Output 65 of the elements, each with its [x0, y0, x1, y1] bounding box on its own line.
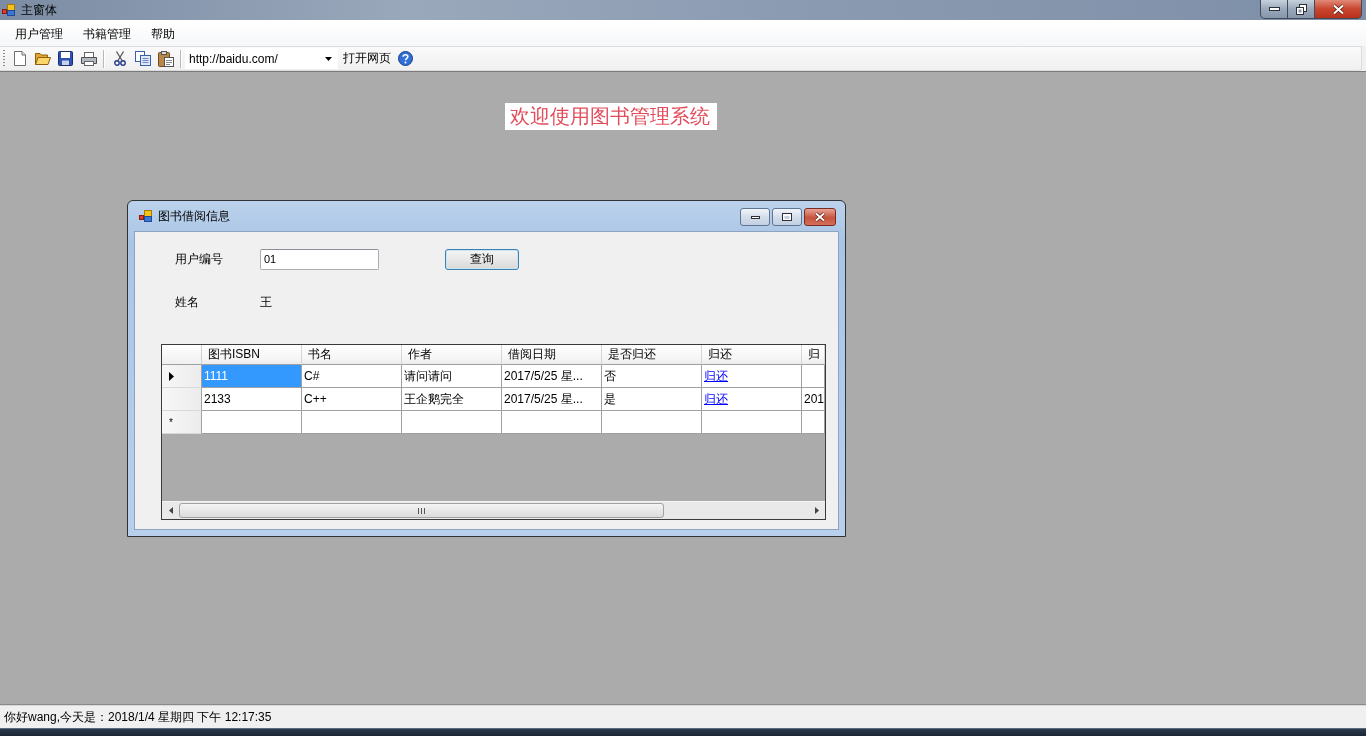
- horizontal-scrollbar[interactable]: [162, 501, 825, 519]
- window-title: 图书借阅信息: [158, 208, 230, 224]
- printer-icon: [80, 51, 97, 66]
- grid-corner: [162, 345, 202, 365]
- close-button[interactable]: [1315, 0, 1362, 19]
- table-cell: 2133: [202, 388, 302, 411]
- return-link[interactable]: 归还: [704, 392, 728, 406]
- column-header[interactable]: 归: [802, 345, 825, 365]
- return-link[interactable]: 归还: [704, 369, 728, 383]
- table-cell: 请问请问: [402, 365, 502, 388]
- user-id-field[interactable]: 01: [260, 248, 379, 270]
- table-cell: 2017/5/25 星...: [502, 365, 602, 388]
- table-cell: 1111: [202, 365, 302, 388]
- minimize-button[interactable]: [740, 208, 770, 226]
- row-header[interactable]: *: [162, 411, 202, 434]
- name-value: 王: [260, 293, 272, 311]
- left-arrow-icon[interactable]: [168, 507, 173, 514]
- column-header[interactable]: 书名: [302, 345, 402, 365]
- menu-item[interactable]: 用户管理: [5, 22, 73, 45]
- scissors-icon: [113, 51, 126, 66]
- minimize-button[interactable]: [1260, 0, 1288, 19]
- minimize-icon: [750, 215, 760, 219]
- close-icon: [1331, 3, 1345, 15]
- triangle-icon: [169, 371, 174, 381]
- field-label: 用户编号: [175, 250, 224, 268]
- restore-icon: [1295, 3, 1307, 15]
- restore-button[interactable]: [1288, 0, 1315, 19]
- table-cell: 否: [602, 365, 702, 388]
- app-icon: [2, 4, 15, 16]
- menu-item[interactable]: 书籍管理: [73, 22, 141, 45]
- table-cell: C++: [302, 388, 402, 411]
- right-arrow-icon[interactable]: [814, 507, 819, 514]
- query-button[interactable]: 查询: [445, 248, 519, 270]
- window-title: 主窗体: [21, 2, 57, 18]
- folder-icon: [34, 52, 51, 65]
- table-cell: 2017/5/25 星...: [502, 388, 602, 411]
- column-header[interactable]: 借阅日期: [502, 345, 602, 365]
- blank-page-icon: [13, 51, 26, 66]
- menu-item[interactable]: 帮助: [141, 22, 185, 45]
- column-header[interactable]: 是否归还: [602, 345, 702, 365]
- app-icon: [139, 210, 152, 222]
- close-icon: [814, 212, 826, 222]
- url-combobox[interactable]: http://baidu.com/: [185, 48, 338, 69]
- welcome-title: 欢迎使用图书管理系统: [505, 103, 717, 130]
- column-header[interactable]: 图书ISBN: [202, 345, 302, 365]
- column-header[interactable]: 归还: [702, 345, 802, 365]
- grip-icon: [418, 507, 425, 514]
- clipboard-icon: [157, 50, 174, 67]
- pages-icon: [134, 51, 151, 66]
- maximize-icon: [782, 213, 792, 221]
- open-page-button[interactable]: 打开网页: [340, 47, 394, 70]
- field-label: 姓名: [175, 293, 200, 311]
- scrollbar-thumb[interactable]: [179, 503, 664, 518]
- help-icon: [398, 51, 413, 66]
- close-button[interactable]: [804, 208, 836, 226]
- table-cell: C#: [302, 365, 402, 388]
- table-cell: 是: [602, 388, 702, 411]
- table-cell: 王企鹅完全: [402, 388, 502, 411]
- column-header[interactable]: 作者: [402, 345, 502, 365]
- maximize-button[interactable]: [772, 208, 802, 226]
- minimize-icon: [1268, 7, 1280, 11]
- caret-icon: [325, 56, 332, 61]
- status-text: 你好wang,今天是：2018/1/4 星期四 下午 12:17:35: [4, 708, 272, 726]
- table-cell: 201: [802, 388, 825, 411]
- row-header[interactable]: [162, 365, 202, 388]
